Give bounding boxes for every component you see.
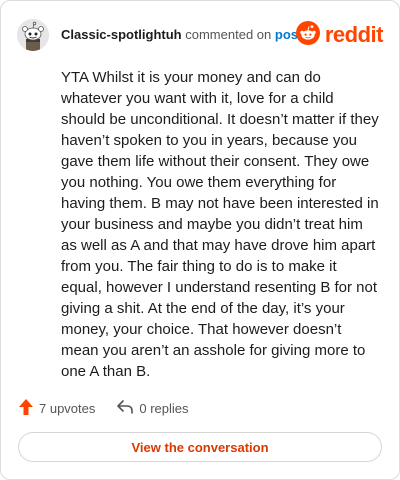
commented-on-text: commented on [185,27,272,42]
comment-meta: Classic-spotlightuh commented on post [61,27,302,42]
embed-card: Classic-spotlightuh commented on post re… [0,0,400,480]
comment-body: YTA Whilst it is your money and can do w… [61,69,379,380]
upvotes-stat[interactable]: 7 upvotes [19,398,96,418]
reply-arrow-icon [117,399,134,417]
snoo-avatar-icon[interactable] [17,19,49,51]
view-conversation-button[interactable]: View the conversation [18,432,382,462]
replies-stat[interactable]: 0 replies [117,399,189,417]
username-link[interactable]: Classic-spotlightuh [61,27,182,42]
upvote-arrow-icon [19,398,33,418]
comment-stats: 7 upvotes 0 replies [19,398,189,418]
upvotes-count: 7 upvotes [39,400,96,416]
reddit-brand[interactable]: reddit [295,20,384,50]
brand-wordmark: reddit [324,22,384,47]
replies-count: 0 replies [139,400,189,416]
comment-header: Classic-spotlightuh commented on post re… [17,19,384,51]
reddit-logo-icon [295,20,320,50]
